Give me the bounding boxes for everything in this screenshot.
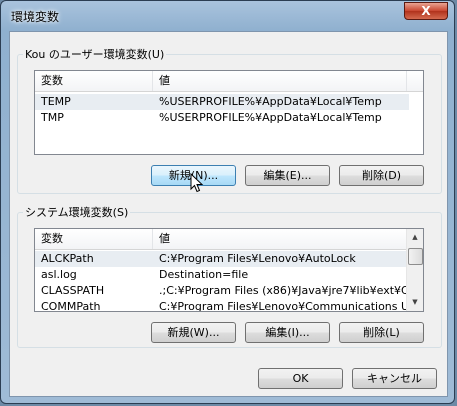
system-variables-list[interactable]: 変数 値 ALCKPath C:¥Program Files¥Lenovo¥Au… [34, 228, 424, 312]
variable-value: Destination=file [159, 268, 249, 281]
system-edit-button[interactable]: 編集(I)... [245, 322, 330, 343]
table-row[interactable]: COMMPath C:¥Program Files¥Lenovo¥Communi… [35, 299, 407, 312]
system-new-button[interactable]: 新規(W)... [151, 322, 236, 343]
table-row[interactable]: CLASSPATH .;C:¥Program Files (x86)¥Java¥… [35, 283, 407, 299]
variable-name: TEMP [41, 95, 71, 108]
user-variables-group-label: Kou のユーザー環境変数(U) [25, 48, 165, 61]
cancel-button[interactable]: キャンセル [352, 368, 437, 389]
variable-value: %USERPROFILE%¥AppData¥Local¥Temp [159, 95, 382, 108]
title-bar[interactable]: 環境変数 X [1, 1, 454, 31]
window-title: 環境変数 [11, 10, 60, 24]
variable-value: .;C:¥Program Files (x86)¥Java¥jre7¥lib¥e… [159, 284, 407, 297]
variable-name: COMMPath [41, 300, 101, 312]
vertical-scrollbar[interactable]: ▲ ▼ [406, 229, 423, 311]
scroll-thumb[interactable] [408, 248, 423, 265]
column-header-value[interactable]: 値 [153, 71, 407, 91]
system-delete-button[interactable]: 削除(L) [339, 322, 424, 343]
user-variables-list[interactable]: 変数 値 TEMP %USERPROFILE%¥AppData¥Local¥Te… [34, 70, 424, 155]
system-variables-header: 変数 値 [35, 229, 423, 250]
variable-value: C:¥Program Files¥Lenovo¥Communications U… [159, 300, 407, 312]
scroll-down-arrow-icon[interactable]: ▼ [407, 294, 423, 311]
column-header-name[interactable]: 変数 [35, 71, 153, 91]
user-variables-header: 変数 値 [35, 71, 423, 92]
column-header-name[interactable]: 変数 [35, 229, 153, 249]
ok-button[interactable]: OK [258, 368, 343, 389]
mouse-cursor-icon [190, 173, 204, 193]
system-variables-group-label: システム環境変数(S) [25, 206, 129, 219]
scroll-up-arrow-icon[interactable]: ▲ [407, 229, 423, 246]
user-delete-button[interactable]: 削除(D) [339, 165, 424, 186]
variable-name: CLASSPATH [41, 284, 105, 297]
table-row[interactable]: TMP %USERPROFILE%¥AppData¥Local¥Temp [35, 110, 409, 126]
variable-name: asl.log [41, 268, 77, 281]
table-row[interactable]: TEMP %USERPROFILE%¥AppData¥Local¥Temp [35, 94, 409, 110]
environment-variables-dialog: 環境変数 X Kou のユーザー環境変数(U) 変数 値 TEMP %USERP… [0, 0, 455, 404]
close-button[interactable]: X [404, 2, 448, 20]
user-edit-button[interactable]: 編集(E)... [245, 165, 330, 186]
table-row[interactable]: asl.log Destination=file [35, 267, 407, 283]
variable-name: ALCKPath [41, 252, 94, 265]
variable-value: C:¥Program Files¥Lenovo¥AutoLock [159, 252, 356, 265]
variable-name: TMP [41, 111, 64, 124]
column-header-value[interactable]: 値 [153, 229, 407, 249]
dialog-body: Kou のユーザー環境変数(U) 変数 値 TEMP %USERPROFILE%… [9, 31, 448, 397]
table-row[interactable]: ALCKPath C:¥Program Files¥Lenovo¥AutoLoc… [35, 251, 407, 267]
variable-value: %USERPROFILE%¥AppData¥Local¥Temp [159, 111, 382, 124]
